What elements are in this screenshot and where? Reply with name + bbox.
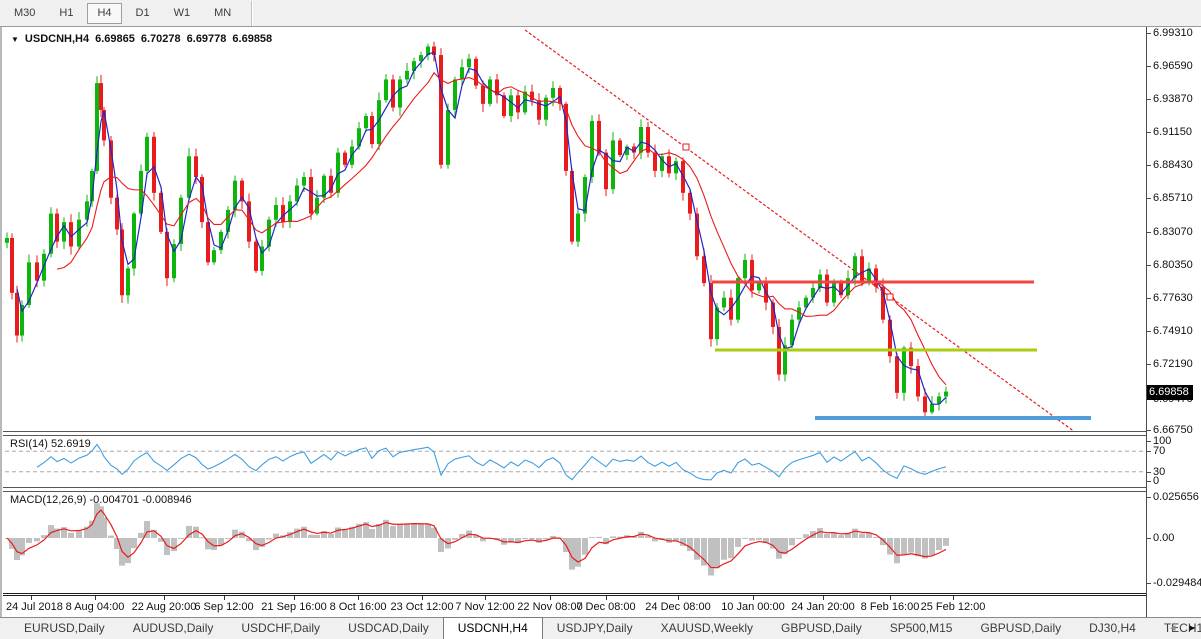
timeframe-button-mn[interactable]: MN <box>204 3 241 24</box>
timeframe-button-w1[interactable]: W1 <box>164 3 201 24</box>
chart-title: ▼ USDCNH,H4 6.69865 6.70278 6.69778 6.69… <box>11 33 272 45</box>
time-axis-tick <box>224 596 225 600</box>
time-axis-label: 7 Nov 12:00 <box>455 601 515 613</box>
time-axis-label: 8 Feb 16:00 <box>860 601 920 613</box>
time-axis-tick <box>485 596 486 600</box>
price-axis-label: 6.83070 <box>1146 226 1193 238</box>
macd-name: MACD(12,26,9) <box>10 494 87 506</box>
rsi-value: 52.6919 <box>50 438 91 450</box>
trendline-handle[interactable] <box>682 143 690 151</box>
chart-tab-audusd[interactable]: AUDUSD,Daily <box>119 618 228 639</box>
time-axis-tick <box>823 596 824 600</box>
time-axis-tick <box>550 596 551 600</box>
chart-tab-eurusd[interactable]: EURUSD,Daily <box>10 618 119 639</box>
mt4-window: M30 H1 H4 D1 W1 MN ▼ USDCNH,H4 6.69865 6.7027… <box>0 0 1201 639</box>
chart-symbol-label: USDCNH,H4 <box>24 33 90 45</box>
time-axis-label: 24 Jul 2018 <box>6 601 63 613</box>
macd-axis-label: 0.00 <box>1145 532 1175 544</box>
time-axis-label: 21 Sep 16:00 <box>261 601 327 613</box>
chart-tab-usdjpy[interactable]: USDJPY,Daily <box>543 618 647 639</box>
price-axis-label: 6.85710 <box>1146 192 1193 204</box>
chart-workspace: ▼ USDCNH,H4 6.69865 6.70278 6.69778 6.69… <box>0 27 1201 617</box>
time-axis-label: 24 Jan 20:00 <box>791 601 855 613</box>
macd-axis-label: 0.025656 <box>1146 491 1199 503</box>
trendline-handle[interactable] <box>886 293 894 301</box>
time-axis-tick <box>95 596 96 600</box>
time-axis-tick <box>953 596 954 600</box>
chart-tab-gbpusd[interactable]: GBPUSD,Daily <box>767 618 876 639</box>
trendline[interactable] <box>524 29 1075 431</box>
timeframe-button-h4[interactable]: H4 <box>87 2 122 24</box>
time-axis-label: 6 Sep 12:00 <box>194 601 254 613</box>
chart-panels: ▼ USDCNH,H4 6.69865 6.70278 6.69778 6.69… <box>3 27 1146 617</box>
macd-chart-canvas[interactable] <box>5 492 1146 593</box>
ohlc-close: 6.69858 <box>232 33 273 45</box>
chart-tab-usdcad[interactable]: USDCAD,Daily <box>334 618 443 639</box>
chart-tab-gbpusd[interactable]: GBPUSD,Daily <box>966 618 1075 639</box>
price-axis-label: 6.99310 <box>1146 27 1193 39</box>
chart-tab-xauusd[interactable]: XAUUSD,Weekly <box>647 618 767 639</box>
price-axis-label: 6.96590 <box>1146 60 1193 72</box>
rsi-axis-label: 0 <box>1145 475 1160 487</box>
time-axis-label: 24 Dec 08:00 <box>645 601 711 613</box>
macd-indicator-label: MACD(12,26,9) -0.004701 -0.008946 <box>10 494 192 506</box>
time-axis-tick <box>294 596 295 600</box>
timeframe-button-d1[interactable]: D1 <box>126 3 160 24</box>
price-axis-label: 6.72190 <box>1146 358 1193 370</box>
price-axis-label: 6.74910 <box>1146 325 1193 337</box>
time-axis-label: 7 Dec 08:00 <box>576 601 636 613</box>
time-axis-label: 10 Jan 00:00 <box>721 601 785 613</box>
ohlc-open: 6.69865 <box>95 33 135 45</box>
current-price-tag: 6.69858 <box>1147 385 1193 400</box>
time-axis-tick <box>606 596 607 600</box>
macd-axis-label: -0.029484 <box>1146 577 1201 589</box>
time-axis-tick <box>890 596 891 600</box>
rsi-chart-canvas[interactable] <box>5 436 1146 487</box>
time-axis-tick <box>31 596 32 600</box>
time-axis-label: 8 Oct 16:00 <box>329 601 387 613</box>
chart-tab-dj30[interactable]: DJ30,H4 <box>1075 618 1150 639</box>
ohlc-low: 6.69778 <box>186 33 227 45</box>
toolbar-separator <box>251 0 253 26</box>
chart-tab-sp500[interactable]: SP500,M15 <box>876 618 967 639</box>
time-axis-label: 8 Aug 04:00 <box>65 601 125 613</box>
price-axis-label: 6.88430 <box>1146 159 1193 171</box>
tab-scroll-left-icon[interactable]: ◂ <box>1170 621 1176 634</box>
price-axis-label: 6.93870 <box>1146 93 1193 105</box>
chart-tab-usdchf[interactable]: USDCHF,Daily <box>227 618 334 639</box>
chart-tab-usdcnh-active[interactable]: USDCNH,H4 <box>442 617 543 639</box>
macd-signal-value: -0.008946 <box>142 494 192 506</box>
time-axis-tick <box>164 596 165 600</box>
time-axis-label: 22 Nov 08:00 <box>517 601 583 613</box>
time-axis[interactable]: 24 Jul 2018 8 Aug 04:00 22 Aug 20:00 6 Sep … <box>3 596 1146 617</box>
rsi-name: RSI(14) <box>10 438 48 450</box>
ohlc-high: 6.70278 <box>140 33 181 45</box>
time-axis-tick <box>678 596 679 600</box>
rsi-axis-label: 70 <box>1145 445 1166 457</box>
price-axis-label: 6.80350 <box>1146 259 1193 271</box>
rsi-indicator-label: RSI(14) 52.6919 <box>10 438 91 450</box>
price-axis-label: 6.77630 <box>1146 292 1193 304</box>
price-axis-label: 6.91150 <box>1146 126 1192 138</box>
price-axis[interactable]: 6.69858 6.99310 6.96590 6.93870 6.91150 6.88… <box>1145 27 1201 617</box>
time-axis-tick <box>422 596 423 600</box>
time-axis-tick <box>358 596 359 600</box>
timeframe-button-m30[interactable]: M30 <box>4 3 45 24</box>
time-axis-label: 22 Aug 20:00 <box>131 601 197 613</box>
price-chart-canvas[interactable] <box>5 29 1146 431</box>
timeframe-toolbar: M30 H1 H4 D1 W1 MN <box>0 0 1201 27</box>
timeframe-button-h1[interactable]: H1 <box>49 3 83 24</box>
time-axis-label: 25 Feb 12:00 <box>920 601 986 613</box>
symbol-dropdown-icon[interactable]: ▼ <box>11 35 19 44</box>
chart-tab-bar: EURUSD,Daily AUDUSD,Daily USDCHF,Daily USDC… <box>0 617 1201 639</box>
tab-scroll-arrows: ◂ ▸ <box>1170 621 1195 634</box>
tab-scroll-right-icon[interactable]: ▸ <box>1189 621 1195 634</box>
time-axis-tick <box>753 596 754 600</box>
time-axis-label: 23 Oct 12:00 <box>390 601 454 613</box>
macd-value: -0.004701 <box>89 494 140 506</box>
